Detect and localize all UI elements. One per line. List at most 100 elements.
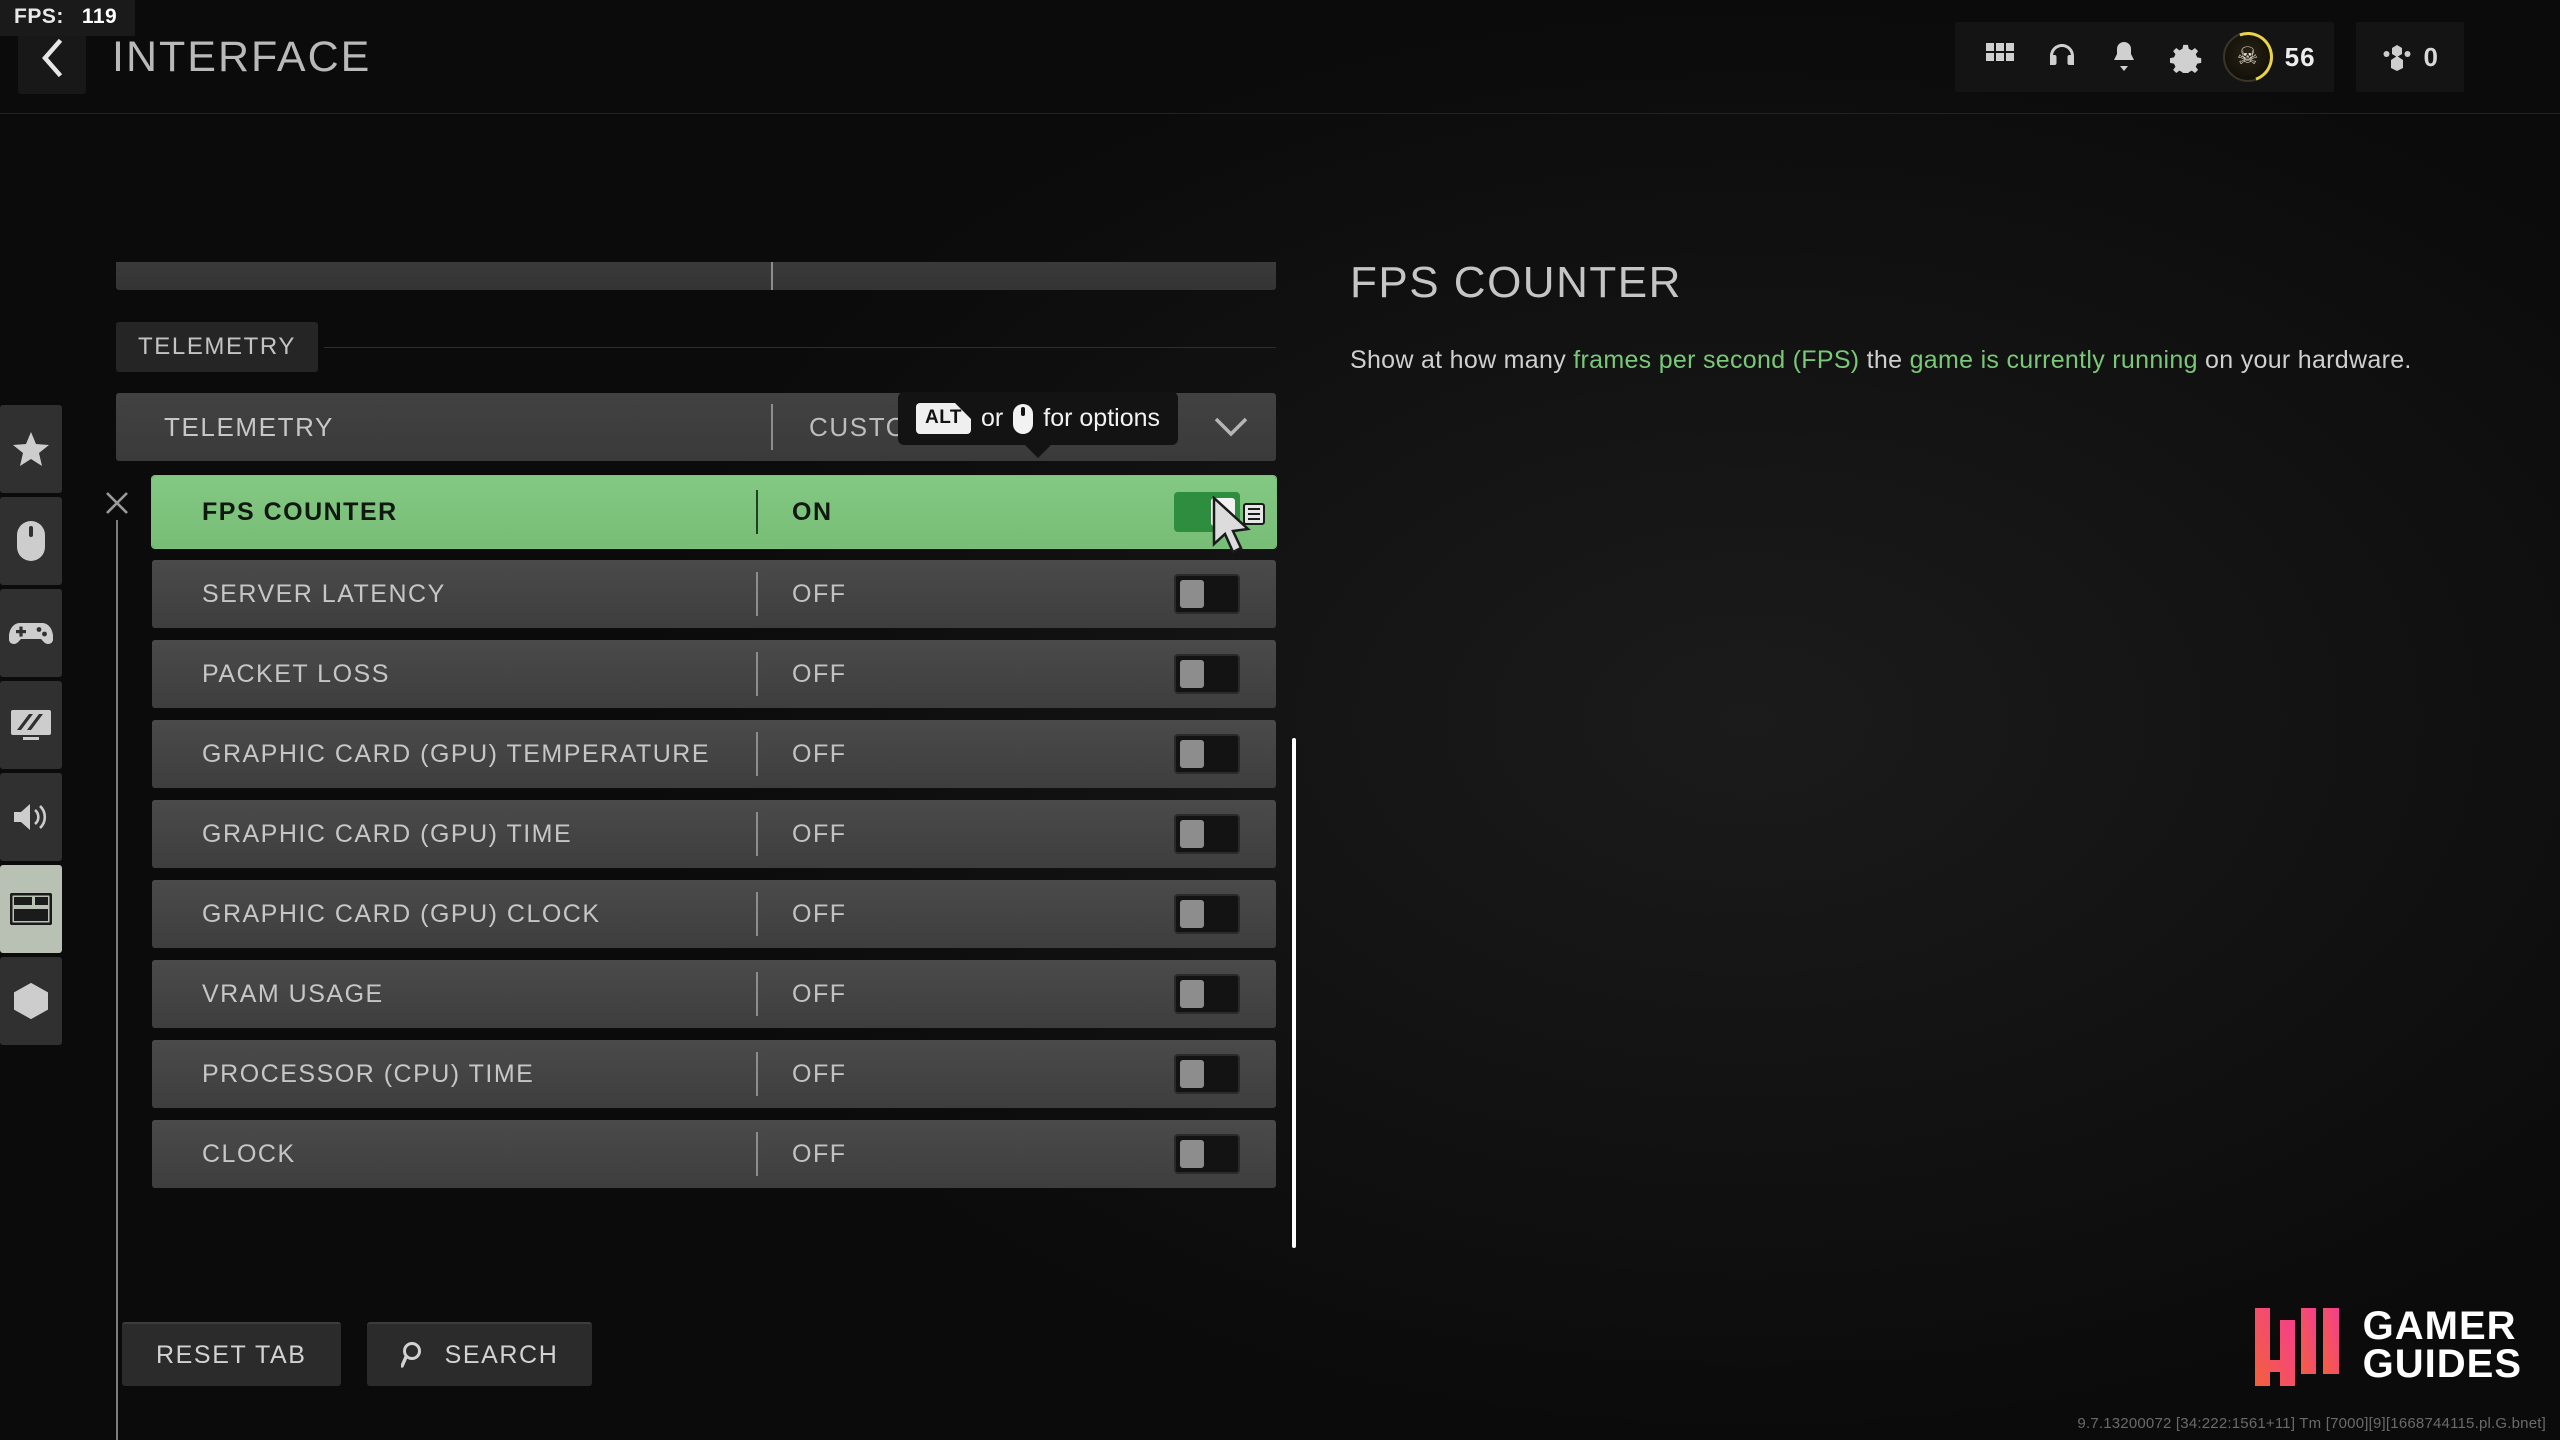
chevron-left-icon <box>42 38 63 78</box>
sidebar-item-graphics[interactable] <box>0 681 62 769</box>
settings-row[interactable]: FPS COUNTER ON <box>152 476 1276 548</box>
rank-value: 56 <box>2284 41 2316 72</box>
reset-tab-label: RESET TAB <box>156 1340 307 1369</box>
watermark-text: GAMER GUIDES <box>2362 1304 2522 1386</box>
alt-key-badge: ALT <box>916 402 973 434</box>
sidebar-item-mouse-keyboard[interactable] <box>0 497 62 585</box>
highlighted-phrase: frames per second (FPS) <box>1573 346 1860 374</box>
setting-label: VRAM USAGE <box>202 979 384 1008</box>
watermark-line2: GUIDES <box>2362 1342 2522 1386</box>
squad-icon <box>2383 45 2411 71</box>
rank-badge-icon: ☠ <box>2214 23 2281 91</box>
setting-label: PACKET LOSS <box>202 659 390 688</box>
watermark: GAMER GUIDES <box>2251 1302 2522 1388</box>
audio-icon <box>14 804 47 830</box>
setting-toggle[interactable] <box>1174 734 1240 774</box>
setting-toggle[interactable] <box>1174 574 1240 614</box>
gear-icon[interactable] <box>2155 22 2217 92</box>
clipped-row-above <box>116 262 1276 290</box>
accessibility-icon <box>14 982 48 1020</box>
settings-row[interactable]: GRAPHIC CARD (GPU) CLOCK OFF <box>152 880 1276 948</box>
description-text: Show at how many <box>1350 346 1574 374</box>
description-text: on your hardware. <box>2197 346 2412 374</box>
grid-icon[interactable] <box>1969 22 2031 92</box>
reset-tab-button[interactable]: RESET TAB <box>122 1322 341 1386</box>
setting-label: SERVER LATENCY <box>202 579 446 608</box>
gamer-guides-logo-icon <box>2254 1308 2339 1386</box>
options-tooltip: ALT or for options <box>898 392 1179 445</box>
setting-label: PROCESSOR (CPU) TIME <box>202 1059 535 1088</box>
setting-value: OFF <box>792 1059 847 1088</box>
settings-rows: FPS COUNTER ON SERVER LATENCY OFF PACKET LOS… <box>152 476 1276 1200</box>
setting-value: OFF <box>792 819 847 848</box>
squad-value: 0 <box>2423 41 2438 72</box>
detail-description: Show at how many frames per second (FPS)… <box>1350 342 2470 378</box>
setting-value: OFF <box>792 659 847 688</box>
bottom-action-bar: RESET TAB SEARCH <box>122 1322 593 1386</box>
interface-icon <box>10 893 52 925</box>
settings-row[interactable]: VRAM USAGE OFF <box>152 960 1276 1028</box>
search-button[interactable]: SEARCH <box>366 1322 593 1386</box>
squad-button[interactable]: 0 <box>2355 22 2464 92</box>
setting-toggle[interactable] <box>1174 1134 1240 1174</box>
collapse-x-icon[interactable] <box>104 490 130 516</box>
page-title: INTERFACE <box>112 33 372 81</box>
setting-value: OFF <box>792 979 847 1008</box>
section-header-label: TELEMETRY <box>116 322 318 372</box>
fps-value: 119 <box>81 5 118 28</box>
tree-connector-line <box>116 520 118 1440</box>
setting-value: ON <box>792 497 833 526</box>
settings-row[interactable]: GRAPHIC CARD (GPU) TEMPERATURE OFF <box>152 720 1276 788</box>
search-icon <box>400 1342 421 1368</box>
telemetry-dropdown-label: TELEMETRY <box>164 411 334 442</box>
setting-toggle[interactable] <box>1174 894 1240 934</box>
highlighted-phrase: game is currently running <box>1909 346 2198 374</box>
settings-row[interactable]: GRAPHIC CARD (GPU) TIME OFF <box>152 800 1276 868</box>
setting-toggle[interactable] <box>1174 654 1240 694</box>
setting-value: OFF <box>792 899 847 928</box>
sidebar-item-featured[interactable] <box>0 405 62 493</box>
setting-toggle[interactable] <box>1174 974 1240 1014</box>
app-header: INTERFACE ☠ 56 0 <box>0 0 2560 114</box>
left-sidebar <box>0 405 62 1045</box>
sidebar-item-interface[interactable] <box>0 865 62 953</box>
section-header-telemetry: TELEMETRY <box>116 322 1276 372</box>
header-icon-group: ☠ 56 <box>1954 22 2334 92</box>
detail-panel: FPS COUNTER Show at how many frames per … <box>1350 258 2470 378</box>
setting-label: GRAPHIC CARD (GPU) TEMPERATURE <box>202 739 711 768</box>
sidebar-item-controller[interactable] <box>0 589 62 677</box>
mouse-icon <box>17 521 45 561</box>
settings-row[interactable]: PACKET LOSS OFF <box>152 640 1276 708</box>
version-string: 9.7.13200072 [34:222:1561+11] Tm [7000][… <box>2077 1415 2546 1432</box>
graphics-icon <box>11 710 51 740</box>
rank-badge[interactable]: ☠ 56 <box>2214 23 2320 91</box>
setting-toggle[interactable] <box>1174 492 1240 532</box>
settings-row[interactable]: SERVER LATENCY OFF <box>152 560 1276 628</box>
setting-label: FPS COUNTER <box>202 497 398 526</box>
setting-label: CLOCK <box>202 1139 296 1168</box>
section-divider <box>324 346 1276 348</box>
setting-toggle[interactable] <box>1174 1054 1240 1094</box>
settings-row[interactable]: CLOCK OFF <box>152 1120 1276 1188</box>
description-text: the <box>1859 346 1910 374</box>
mouse-icon <box>1013 403 1034 434</box>
setting-value: OFF <box>792 579 847 608</box>
setting-label: GRAPHIC CARD (GPU) CLOCK <box>202 899 601 928</box>
headset-icon[interactable] <box>2031 22 2093 92</box>
sidebar-item-accessibility[interactable] <box>0 957 62 1045</box>
bell-icon[interactable] <box>2093 22 2155 92</box>
settings-row[interactable]: PROCESSOR (CPU) TIME OFF <box>152 1040 1276 1108</box>
fps-label: FPS: <box>14 5 64 28</box>
tooltip-or-text: or <box>981 404 1004 432</box>
setting-value: OFF <box>792 739 847 768</box>
chevron-down-icon[interactable] <box>1186 416 1276 438</box>
list-scrollbar[interactable] <box>1292 738 1296 1248</box>
star-icon <box>13 432 49 466</box>
setting-value: OFF <box>792 1139 847 1168</box>
header-actions: ☠ 56 0 <box>1954 22 2464 92</box>
tooltip-suffix-text: for options <box>1043 404 1161 432</box>
setting-toggle[interactable] <box>1174 814 1240 854</box>
search-label: SEARCH <box>444 1340 559 1369</box>
sidebar-item-audio[interactable] <box>0 773 62 861</box>
watermark-line1: GAMER <box>2362 1304 2517 1348</box>
